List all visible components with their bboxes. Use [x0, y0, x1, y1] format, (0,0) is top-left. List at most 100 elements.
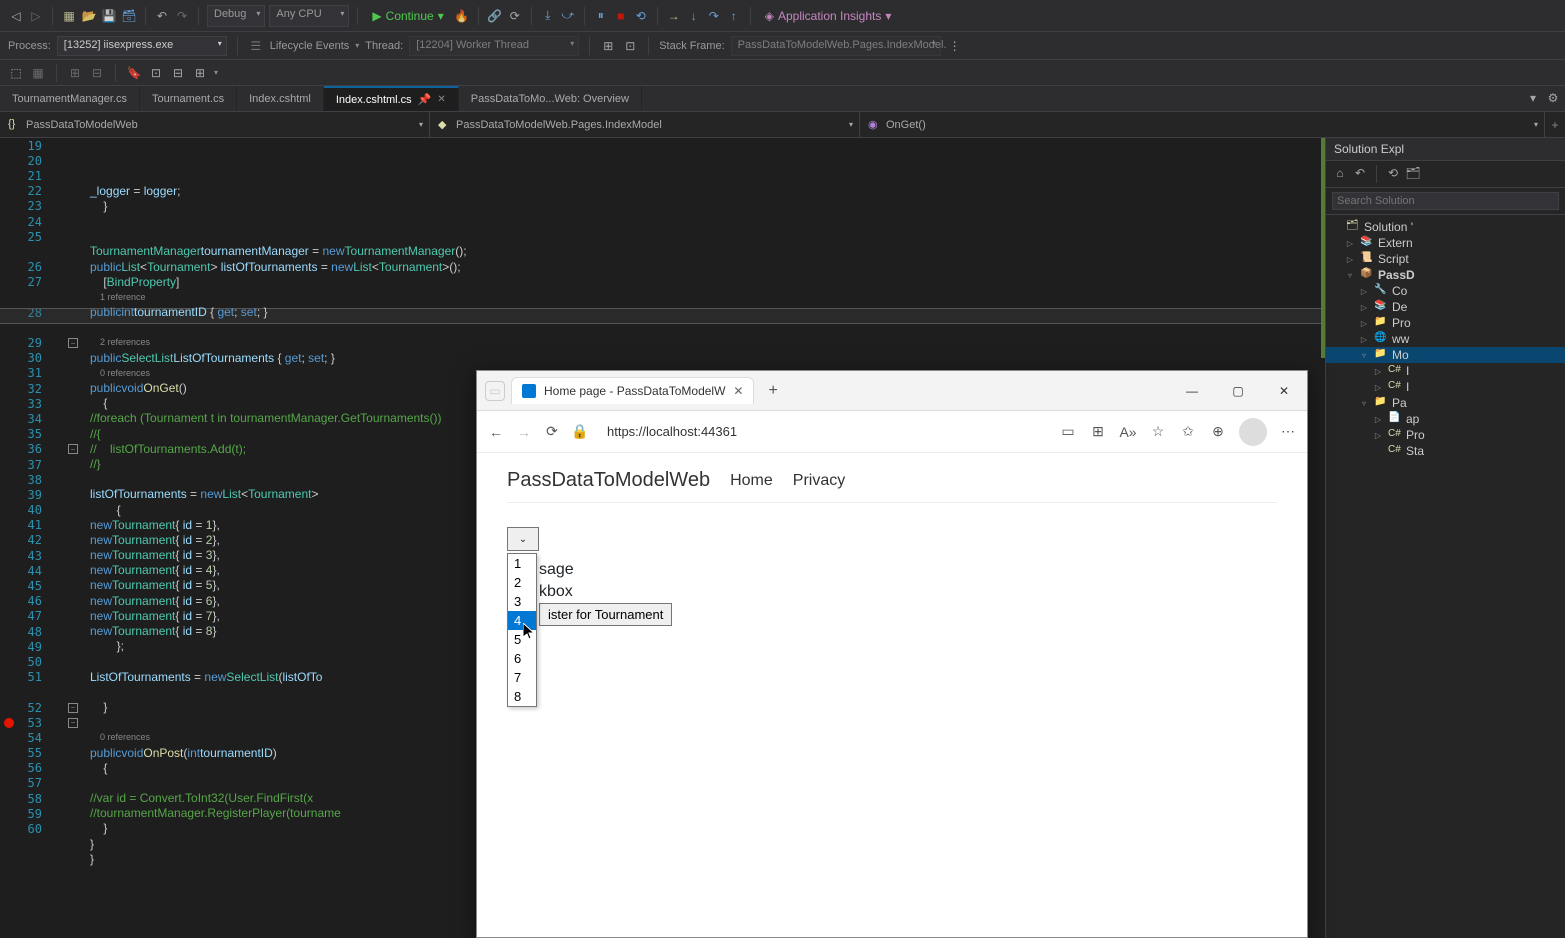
- sec-icon6[interactable]: ⊟: [170, 65, 186, 81]
- tree-node[interactable]: 🗂Solution ': [1326, 219, 1565, 235]
- sec-icon1[interactable]: ⬚: [8, 65, 24, 81]
- sol-back-icon[interactable]: ↶: [1352, 165, 1368, 181]
- tree-node[interactable]: ▷📚De: [1326, 299, 1565, 315]
- next-statement-icon[interactable]: →: [666, 8, 682, 24]
- platform-dropdown[interactable]: Any CPU: [269, 5, 349, 27]
- tree-node[interactable]: C#Sta: [1326, 443, 1565, 459]
- pin-icon[interactable]: 📌: [418, 93, 432, 106]
- step-into2-icon[interactable]: ↓: [686, 8, 702, 24]
- close-window-button[interactable]: ✕: [1261, 375, 1307, 407]
- tree-node[interactable]: ▷🌐ww: [1326, 331, 1565, 347]
- favorite-icon[interactable]: ☆: [1149, 423, 1167, 441]
- nav-home-link[interactable]: Home: [730, 472, 773, 490]
- stop-icon[interactable]: ■: [613, 8, 629, 24]
- back-icon[interactable]: ←: [487, 423, 505, 441]
- nav-back-icon[interactable]: ◁: [8, 8, 24, 24]
- pause-icon[interactable]: ⏸: [593, 8, 609, 24]
- tree-node[interactable]: ▷C#I: [1326, 363, 1565, 379]
- save-all-icon[interactable]: 🗃: [121, 8, 137, 24]
- undo-icon[interactable]: ↶: [154, 8, 170, 24]
- app-insights-button[interactable]: ◈ Application Insights ▾: [759, 7, 898, 25]
- tab-index-cshtml-cs[interactable]: Index.cshtml.cs📌✕: [324, 86, 459, 111]
- browser-tab[interactable]: Home page - PassDataToModelW ✕: [511, 377, 754, 404]
- select-option[interactable]: 7: [508, 668, 536, 687]
- tree-node[interactable]: ▿📦PassD: [1326, 267, 1565, 283]
- sec-icon4[interactable]: ⊟: [89, 65, 105, 81]
- register-button[interactable]: ister for Tournament: [539, 603, 672, 626]
- tab-index-cshtml[interactable]: Index.cshtml: [237, 86, 324, 111]
- tree-node[interactable]: ▷🔧Co: [1326, 283, 1565, 299]
- tree-node[interactable]: ▷C#I: [1326, 379, 1565, 395]
- read-aloud-icon[interactable]: A»: [1119, 423, 1137, 441]
- tab-tournament[interactable]: Tournament.cs: [140, 86, 237, 111]
- bookmark-icon[interactable]: 🔖: [126, 65, 142, 81]
- stackframe-dropdown[interactable]: PassDataToModelWeb.Pages.IndexModel.: [731, 36, 941, 56]
- tab-settings-icon[interactable]: ⚙: [1545, 90, 1561, 106]
- tree-node[interactable]: ▷📚Extern: [1326, 235, 1565, 251]
- maximize-button[interactable]: ▢: [1215, 375, 1261, 407]
- browser-link-icon[interactable]: 🔗: [487, 8, 503, 24]
- select-option[interactable]: 8: [508, 687, 536, 706]
- tree-node[interactable]: ▿📁Mo: [1326, 347, 1565, 363]
- select-option[interactable]: 1: [508, 554, 536, 573]
- tab-tournamentmanager[interactable]: TournamentManager.cs: [0, 86, 140, 111]
- redo-icon[interactable]: ↷: [174, 8, 190, 24]
- hot-reload-icon[interactable]: 🔥: [454, 8, 470, 24]
- nav-privacy-link[interactable]: Privacy: [793, 472, 845, 490]
- overflow-icon[interactable]: ⋮: [947, 38, 963, 54]
- page-brand[interactable]: PassDataToModelWeb: [507, 469, 710, 492]
- step-out-icon[interactable]: ↑: [726, 8, 742, 24]
- save-icon[interactable]: 💾: [101, 8, 117, 24]
- addr-icon1[interactable]: ▭: [1059, 423, 1077, 441]
- forward-icon[interactable]: →: [515, 423, 533, 441]
- select-option[interactable]: 6: [508, 649, 536, 668]
- continue-button[interactable]: ▶ Continue ▾: [366, 7, 449, 25]
- sec-icon5[interactable]: ⊡: [148, 65, 164, 81]
- tree-node[interactable]: ▷📄ap: [1326, 411, 1565, 427]
- tree-node[interactable]: ▷📁Pro: [1326, 315, 1565, 331]
- sol-refresh-icon[interactable]: 🗂: [1405, 165, 1421, 181]
- menu-icon[interactable]: ⋯: [1279, 423, 1297, 441]
- open-file-icon[interactable]: 📂: [81, 8, 97, 24]
- new-file-icon[interactable]: ▦: [61, 8, 77, 24]
- stackframe-icon2[interactable]: ⊡: [622, 38, 638, 54]
- sec-icon3[interactable]: ⊞: [67, 65, 83, 81]
- sec-icon7[interactable]: ⊞: [192, 65, 208, 81]
- step-over-icon[interactable]: ⤻: [560, 8, 576, 24]
- process-dropdown[interactable]: [13252] iisexpress.exe: [57, 36, 227, 56]
- tab-overview[interactable]: PassDataToMo...Web: Overview: [459, 86, 642, 111]
- addr-icon2[interactable]: ⊞: [1089, 423, 1107, 441]
- tree-node[interactable]: ▷C#Pro: [1326, 427, 1565, 443]
- sol-home-icon[interactable]: ⌂: [1332, 165, 1348, 181]
- nav-fwd-icon[interactable]: ▷: [28, 8, 44, 24]
- refresh-icon[interactable]: ⟳: [507, 8, 523, 24]
- select-option[interactable]: 2: [508, 573, 536, 592]
- new-tab-button[interactable]: +: [760, 382, 785, 400]
- close-icon[interactable]: ✕: [437, 94, 445, 105]
- restart-icon[interactable]: ⟲: [633, 8, 649, 24]
- profile-avatar[interactable]: [1239, 418, 1267, 446]
- browser-viewport[interactable]: PassDataToModelWeb Home Privacy ⌄ sage k…: [477, 453, 1307, 937]
- minimize-button[interactable]: —: [1169, 375, 1215, 407]
- breadcrumb-add-icon[interactable]: +: [1545, 118, 1565, 132]
- sec-icon2[interactable]: ▦: [30, 65, 46, 81]
- tab-dropdown-icon[interactable]: ▾: [1525, 90, 1541, 106]
- lock-icon[interactable]: 🔒: [571, 423, 589, 441]
- collections-icon[interactable]: ⊕: [1209, 423, 1227, 441]
- stackframe-icon[interactable]: ⊞: [600, 38, 616, 54]
- close-tab-icon[interactable]: ✕: [733, 384, 743, 398]
- breadcrumb-class[interactable]: ◆ PassDataToModelWeb.Pages.IndexModel: [430, 112, 860, 137]
- sol-sync-icon[interactable]: ⟲: [1385, 165, 1401, 181]
- tab-actions-icon[interactable]: ▭: [485, 381, 505, 401]
- tree-node[interactable]: ▷📜Script: [1326, 251, 1565, 267]
- select-option[interactable]: 3: [508, 592, 536, 611]
- breadcrumb-namespace[interactable]: {} PassDataToModelWeb: [0, 112, 430, 137]
- reload-icon[interactable]: ⟳: [543, 423, 561, 441]
- solution-tree[interactable]: 🗂Solution '▷📚Extern▷📜Script▿📦PassD▷🔧Co▷📚…: [1326, 215, 1565, 938]
- step-over2-icon[interactable]: ↷: [706, 8, 722, 24]
- favorites-bar-icon[interactable]: ✩: [1179, 423, 1197, 441]
- config-dropdown[interactable]: Debug: [207, 5, 265, 27]
- thread-dropdown[interactable]: [12204] Worker Thread: [409, 36, 579, 56]
- step-into-icon[interactable]: ⤓: [540, 8, 556, 24]
- tree-node[interactable]: ▿📁Pa: [1326, 395, 1565, 411]
